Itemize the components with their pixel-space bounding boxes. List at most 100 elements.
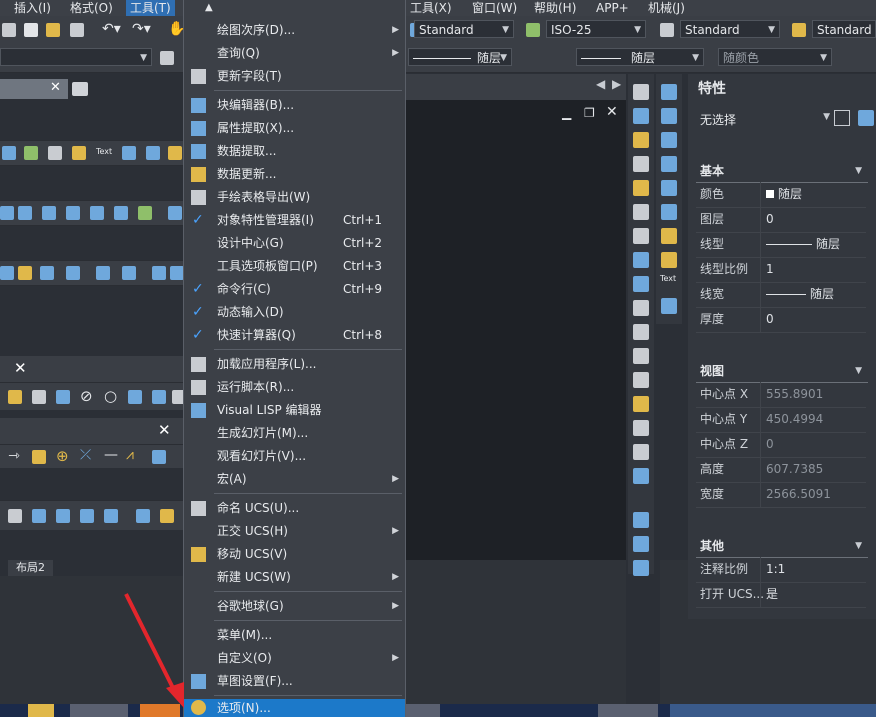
close-icon[interactable]: ✕ (50, 80, 61, 95)
tool-icon[interactable] (0, 266, 14, 280)
prop-row-linetype[interactable]: 线型 随层 (696, 232, 866, 258)
dim-ordinate-icon[interactable] (122, 146, 136, 160)
tool-icon[interactable] (160, 509, 174, 523)
menu-item-block-editor[interactable]: 块编辑器(B)... (184, 94, 405, 117)
prop-row-linetype-scale[interactable]: 线型比例 1 (696, 257, 866, 283)
mleader-style-combo[interactable]: Standard (812, 20, 876, 38)
erase-icon[interactable] (633, 84, 649, 100)
tab-scroll-right-icon[interactable]: ▶ (612, 77, 621, 91)
section-other[interactable]: 其他 ▼ (696, 535, 868, 558)
fillet-icon[interactable] (633, 420, 649, 436)
order-icon[interactable] (633, 512, 649, 528)
tool-icon[interactable] (170, 266, 184, 280)
prop-row-color[interactable]: 颜色 随层 (696, 182, 866, 208)
stretch-icon[interactable] (633, 276, 649, 292)
hatch-icon[interactable] (661, 252, 677, 268)
menu-item-make-slide[interactable]: 生成幻灯片(M)... (184, 422, 405, 445)
circle-icon[interactable]: ○ (104, 387, 117, 405)
paste-icon[interactable] (46, 23, 60, 37)
menu-item-view-slide[interactable]: 观看幻灯片(V)... (184, 445, 405, 468)
snap-icon[interactable]: ⤫ (80, 447, 91, 463)
drawing-canvas[interactable]: ▁ ❐ ✕ (406, 100, 626, 560)
section-view[interactable]: 视图 ▼ (696, 360, 868, 383)
snap-icon[interactable] (32, 450, 46, 464)
close-icon[interactable]: ✕ (14, 359, 27, 377)
menu-item-table-export[interactable]: 手绘表格导出(W) (184, 186, 405, 209)
tool-icon[interactable] (96, 266, 110, 280)
move-icon[interactable] (633, 204, 649, 220)
selection-dropdown[interactable]: 无选择 ▼ (696, 108, 830, 130)
menu-item-properties-manager[interactable]: ✓ 对象特性管理器(I) Ctrl+1 (184, 209, 405, 232)
text-style-combo[interactable]: Standard ▼ (414, 20, 514, 38)
prop-row-width[interactable]: 宽度 2566.5091 (696, 482, 866, 508)
tool-icon[interactable] (66, 266, 80, 280)
join-icon[interactable] (633, 372, 649, 388)
edit-icon[interactable] (633, 468, 649, 484)
tool-icon[interactable] (122, 266, 136, 280)
menu-insert[interactable]: 插入(I) (10, 0, 55, 16)
toggle-pickadd-icon[interactable] (834, 110, 850, 126)
scale-icon[interactable] (633, 252, 649, 268)
tool-icon[interactable] (128, 390, 142, 404)
prop-row-ucs-icon[interactable]: 打开 UCS... 是 (696, 582, 866, 608)
taskbar-app-icon[interactable] (598, 704, 658, 717)
view-icon[interactable] (66, 206, 80, 220)
linetype-combo[interactable]: 随层 ▼ (408, 48, 512, 66)
snap-icon[interactable]: ⩘ (126, 447, 134, 463)
menu-item-ortho-ucs[interactable]: 正交 UCS(H) ▶ (184, 520, 405, 543)
rotate-icon[interactable] (633, 228, 649, 244)
prop-row-height[interactable]: 高度 607.7385 (696, 457, 866, 483)
snap-icon[interactable]: ⇾ (8, 448, 20, 464)
dim-table-icon[interactable] (48, 146, 62, 160)
dim-diameter-icon[interactable] (168, 146, 182, 160)
draw-icon[interactable] (661, 132, 677, 148)
prop-row-center-x[interactable]: 中心点 X 555.8901 (696, 382, 866, 408)
menu-app-plus[interactable]: APP+ (592, 0, 633, 16)
menu-item-visual-lisp[interactable]: Visual LISP 编辑器 (184, 399, 405, 422)
color-combo[interactable]: 随颜色 ▼ (718, 48, 832, 66)
menu-item-command-line[interactable]: ✓ 命令行(C) Ctrl+9 (184, 278, 405, 301)
snap-icon[interactable]: ⊕ (56, 447, 69, 465)
scroll-up-icon[interactable]: ▲ (205, 2, 213, 13)
view-icon[interactable] (168, 206, 182, 220)
tool-icon[interactable] (18, 266, 32, 280)
copy-icon[interactable] (24, 23, 38, 37)
order-icon[interactable] (633, 560, 649, 576)
prop-row-center-y[interactable]: 中心点 Y 450.4994 (696, 407, 866, 433)
menu-item-tool-palettes[interactable]: 工具选项板窗口(P) Ctrl+3 (184, 255, 405, 278)
menu-window[interactable]: 窗口(W) (468, 0, 521, 16)
table-icon[interactable] (661, 298, 677, 314)
menu-item-new-ucs[interactable]: 新建 UCS(W) ▶ (184, 566, 405, 589)
layer-combo[interactable]: ▼ (0, 48, 152, 66)
menu-item-run-script[interactable]: 运行脚本(R)... (184, 376, 405, 399)
dim-angular-icon[interactable] (72, 146, 86, 160)
restore-icon[interactable]: ❐ (584, 106, 595, 120)
close-icon[interactable]: ✕ (158, 421, 171, 439)
menu-item-data-extraction[interactable]: 数据提取... (184, 140, 405, 163)
table-style-combo[interactable]: Standard ▼ (680, 20, 780, 38)
tool-icon[interactable] (136, 509, 150, 523)
menu-item-draw-order[interactable]: 绘图次序(D)... ▶ (184, 19, 405, 42)
menu-item-google-earth[interactable]: 谷歌地球(G) ▶ (184, 595, 405, 618)
break-icon[interactable]: ⊘ (80, 387, 93, 405)
taskbar-app-icon[interactable] (406, 704, 440, 717)
layer-properties-icon[interactable] (160, 51, 174, 65)
redo-icon[interactable]: ↷▾ (132, 21, 151, 37)
tool-icon[interactable] (8, 509, 22, 523)
select-objects-icon[interactable] (858, 110, 874, 126)
menu-item-customize[interactable]: 自定义(O) ▶ (184, 647, 405, 670)
menu-item-macro[interactable]: 宏(A) ▶ (184, 468, 405, 491)
menu-item-named-ucs[interactable]: 命名 UCS(U)... (184, 497, 405, 520)
undo-icon[interactable]: ↶▾ (102, 21, 121, 37)
draw-icon[interactable] (661, 180, 677, 196)
menu-item-quick-calc[interactable]: ✓ 快速计算器(Q) Ctrl+8 (184, 324, 405, 347)
dim-linear-icon[interactable] (2, 146, 16, 160)
snap-icon[interactable]: — (104, 447, 118, 463)
match-properties-icon[interactable] (70, 23, 84, 37)
menu-item-drafting-settings[interactable]: 草图设置(F)... (184, 670, 405, 693)
file-tab[interactable]: ✕ (0, 79, 68, 99)
prop-row-annotation-scale[interactable]: 注释比例 1:1 (696, 557, 866, 583)
prop-row-lineweight[interactable]: 线宽 随层 (696, 282, 866, 308)
dim-aligned-icon[interactable] (24, 146, 38, 160)
tool-icon[interactable] (56, 390, 70, 404)
